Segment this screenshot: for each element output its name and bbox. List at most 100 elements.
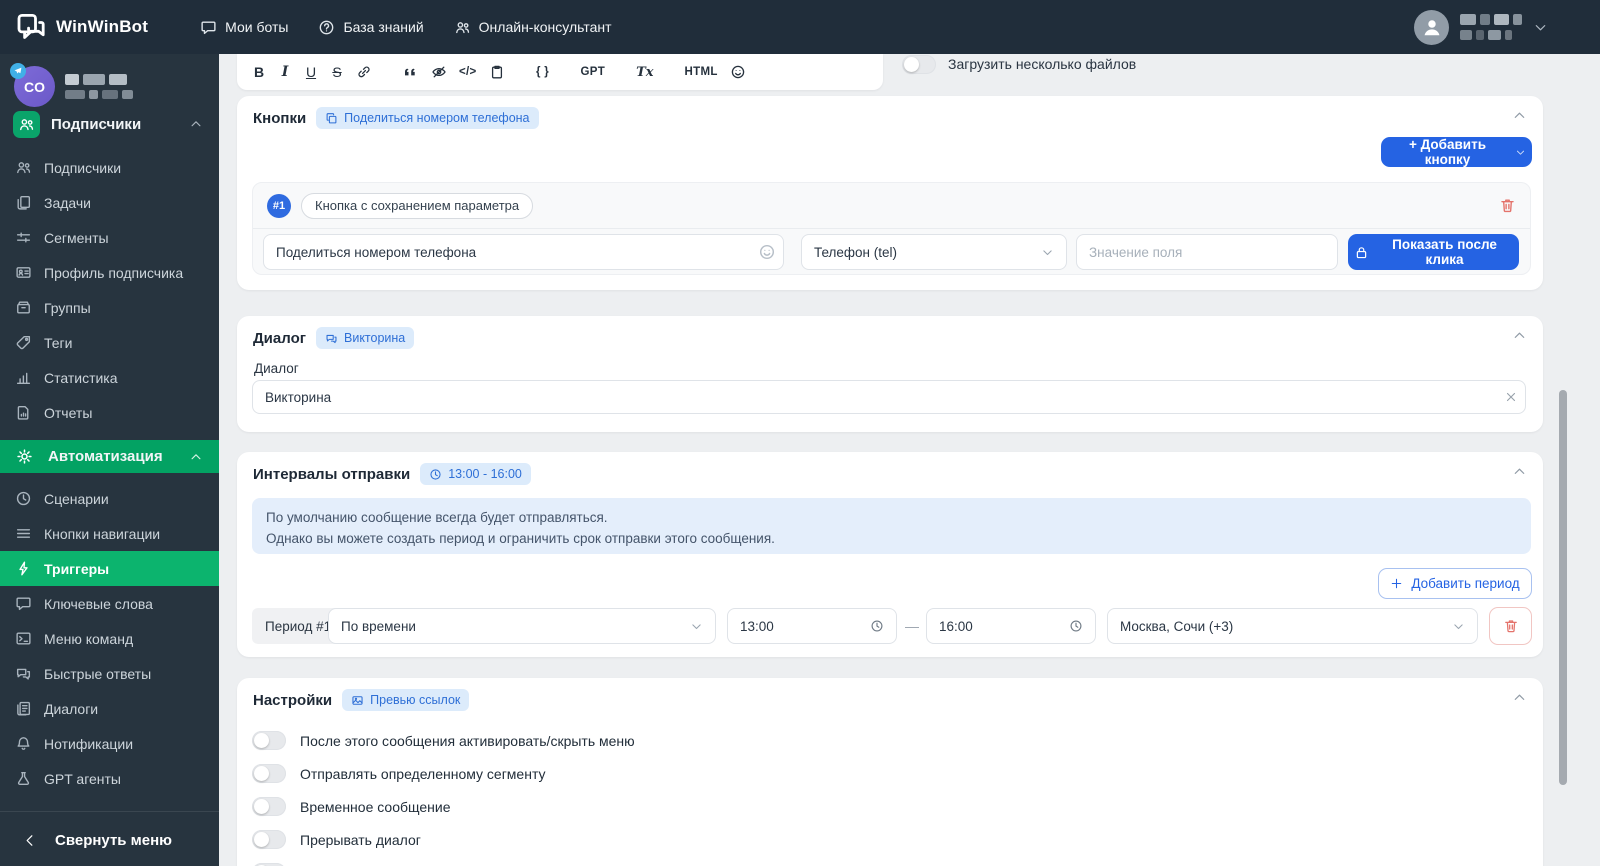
chevron-up-icon[interactable] <box>189 117 203 131</box>
item-label: Задачи <box>44 194 92 211</box>
bot-profile[interactable]: CO <box>10 63 133 107</box>
dialog-select-input[interactable] <box>252 380 1526 414</box>
sidebar-item-triggers[interactable]: Триггеры <box>0 551 219 586</box>
nav-knowledge-base[interactable]: База знаний <box>318 19 424 36</box>
upload-multiple-files-toggle[interactable] <box>902 55 936 74</box>
sidebar-section-subscribers[interactable]: Подписчики <box>0 106 219 142</box>
people-icon <box>454 19 471 36</box>
button-text-input[interactable] <box>263 234 784 270</box>
chevron-down-icon <box>1452 620 1465 633</box>
collapse-card-icon[interactable] <box>1512 464 1527 479</box>
sidebar-item-tags[interactable]: Теги <box>0 325 219 360</box>
sidebar-item-nav-buttons[interactable]: Кнопки навигации <box>0 516 219 551</box>
sidebar-item-dialogs[interactable]: Диалоги <box>0 691 219 726</box>
underline-button[interactable]: U <box>304 64 318 80</box>
timezone-value: Москва, Сочи (+3) <box>1120 618 1234 634</box>
item-label: Кнопки навигации <box>44 525 161 542</box>
item-label: Подписчики <box>44 159 122 176</box>
delete-period-button[interactable] <box>1489 607 1532 645</box>
sidebar-item-quick-replies[interactable]: Быстрые ответы <box>0 656 219 691</box>
hidden-text-icon[interactable] <box>431 64 447 80</box>
delete-button-icon[interactable] <box>1499 197 1516 214</box>
sidebar-item-gpt-agents[interactable]: GPT агенты <box>0 761 219 796</box>
field-type-select[interactable]: Телефон (tel) <box>801 234 1067 270</box>
sidebar-item-command-menu[interactable]: Меню команд <box>0 621 219 656</box>
italic-button[interactable]: I <box>278 64 292 80</box>
field-value-input[interactable] <box>1076 234 1338 270</box>
redacted-bot-name <box>65 74 133 99</box>
nav-my-bots[interactable]: Мои боты <box>200 19 288 36</box>
bold-button[interactable]: B <box>252 64 266 80</box>
id-card-icon <box>15 264 32 281</box>
tag-icon <box>15 334 32 351</box>
time-from-input[interactable]: 13:00 <box>727 608 897 644</box>
timezone-select[interactable]: Москва, Сочи (+3) <box>1107 608 1478 644</box>
item-label: Сценарии <box>44 490 109 507</box>
collapse-card-icon[interactable] <box>1512 690 1527 705</box>
account-menu[interactable] <box>1414 9 1600 45</box>
item-label: GPT агенты <box>44 770 121 787</box>
toggle-temporary-message[interactable] <box>252 797 286 816</box>
sidebar-section-automation[interactable]: Автоматизация <box>0 440 219 473</box>
gpt-button[interactable]: GPT <box>581 66 606 78</box>
emoji-icon[interactable] <box>730 64 746 80</box>
code-button[interactable]: </> <box>459 66 477 78</box>
period-mode-select[interactable]: По времени <box>328 608 716 644</box>
telegram-badge-icon <box>10 63 26 79</box>
button-kind-pill[interactable]: Кнопка с сохранением параметра <box>301 192 534 219</box>
chevron-up-icon[interactable] <box>189 450 203 464</box>
editor-toolbar: B I U S </> { } GPT Tx HTML <box>237 54 883 90</box>
button-chip-icon <box>325 112 338 125</box>
sidebar-item-groups[interactable]: Группы <box>0 290 219 325</box>
toggle-send-to-segment[interactable] <box>252 764 286 783</box>
chevron-left-icon <box>22 833 37 848</box>
intervals-card-badge: 13:00 - 16:00 <box>420 463 531 485</box>
link-icon[interactable] <box>356 64 372 80</box>
dialog-field-label: Диалог <box>254 361 299 376</box>
toggle-label: Прерывать диалог <box>300 832 421 848</box>
sidebar-item-subscriber-profile[interactable]: Профиль подписчика <box>0 255 219 290</box>
nav-online-consultant[interactable]: Онлайн-консультант <box>454 19 612 36</box>
sidebar-item-scenarios[interactable]: Сценарии <box>0 481 219 516</box>
show-after-click-button[interactable]: Показать после клика <box>1348 234 1519 270</box>
strikethrough-button[interactable]: S <box>330 64 344 80</box>
clear-format-button[interactable]: Tx <box>636 65 653 80</box>
time-to-input[interactable]: 16:00 <box>926 608 1096 644</box>
sidebar-item-subscribers[interactable]: Подписчики <box>0 150 219 185</box>
top-navbar: WinWinBot Мои боты База знаний Онлайн-ко… <box>0 0 1600 54</box>
sidebar-item-keywords[interactable]: Ключевые слова <box>0 586 219 621</box>
sidebar-item-segments[interactable]: Сегменты <box>0 220 219 255</box>
user-avatar[interactable] <box>1414 9 1449 45</box>
bot-avatar: CO <box>10 63 55 107</box>
scrollbar-thumb[interactable] <box>1559 390 1567 785</box>
chevron-down-icon[interactable] <box>1533 20 1548 35</box>
brand[interactable]: WinWinBot <box>16 12 148 42</box>
collapse-menu-button[interactable]: Свернуть меню <box>0 822 219 858</box>
add-period-button[interactable]: Добавить период <box>1378 568 1532 599</box>
quote-icon[interactable] <box>403 64 419 80</box>
item-label: Меню команд <box>44 630 134 647</box>
emoji-picker-icon[interactable] <box>758 243 776 261</box>
item-label: Нотификации <box>44 735 134 752</box>
button-row-group: #1 Кнопка с сохранением параметра Телефо… <box>252 182 1531 275</box>
braces-button[interactable]: { } <box>536 66 550 78</box>
clear-icon[interactable] <box>1504 390 1518 404</box>
button-index-badge: #1 <box>267 193 291 218</box>
winwinbot-logo-icon <box>16 12 46 42</box>
toggle-activate-menu[interactable] <box>252 731 286 750</box>
chip-label: Превью ссылок <box>370 693 461 707</box>
item-label: Профиль подписчика <box>44 264 184 281</box>
collapse-card-icon[interactable] <box>1512 328 1527 343</box>
clipboard-icon[interactable] <box>489 64 505 80</box>
add-button-button[interactable]: + Добавить кнопку <box>1381 137 1532 167</box>
top-menu: Мои боты База знаний Онлайн-консультант <box>200 19 612 36</box>
html-button[interactable]: HTML <box>685 66 718 78</box>
toggle-interrupt-dialog[interactable] <box>252 830 286 849</box>
time-to-value: 16:00 <box>939 618 973 634</box>
sidebar-item-statistics[interactable]: Статистика <box>0 360 219 395</box>
sidebar-item-reports[interactable]: Отчеты <box>0 395 219 430</box>
sidebar-item-notifications[interactable]: Нотификации <box>0 726 219 761</box>
sidebar-item-tasks[interactable]: Задачи <box>0 185 219 220</box>
image-icon <box>351 694 364 707</box>
collapse-card-icon[interactable] <box>1512 108 1527 123</box>
